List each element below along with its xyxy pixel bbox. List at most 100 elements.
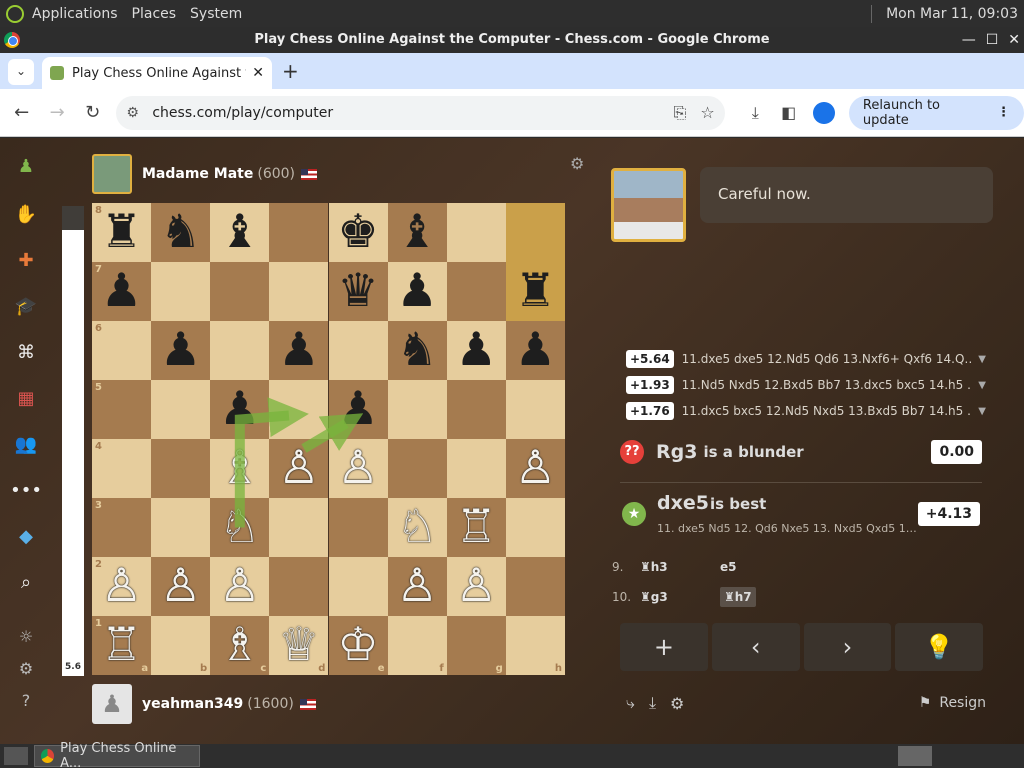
- downloads-icon[interactable]: ⤓: [739, 103, 772, 123]
- chevron-down-icon[interactable]: ▼: [978, 406, 986, 417]
- settings-gear-icon[interactable]: ⚙: [670, 694, 684, 713]
- square-b7[interactable]: [151, 262, 211, 321]
- square-b4[interactable]: [151, 439, 211, 498]
- add-button[interactable]: +: [620, 623, 708, 671]
- tab-close-icon[interactable]: ✕: [252, 65, 264, 81]
- user-avatar[interactable]: ♟: [92, 684, 132, 724]
- square-a4[interactable]: 4: [92, 439, 152, 498]
- white-piece-f2[interactable]: ♙: [388, 557, 447, 616]
- engine-line[interactable]: +5.64 11.dxe5 dxe5 12.Nd5 Qd6 13.Nxf6+ Q…: [626, 346, 986, 372]
- show-desktop-button[interactable]: [4, 747, 28, 765]
- black-piece-a8[interactable]: ♜: [92, 203, 151, 262]
- white-piece-e4[interactable]: ♙: [329, 439, 388, 498]
- menu-system[interactable]: System: [190, 6, 242, 22]
- square-e6[interactable]: [328, 321, 388, 380]
- close-window-button[interactable]: ✕: [1008, 27, 1020, 53]
- white-piece-a2[interactable]: ♙: [92, 557, 151, 616]
- relaunch-button[interactable]: Relaunch to update ⋮: [848, 95, 1024, 130]
- os-logo-icon[interactable]: [6, 4, 24, 23]
- square-h5[interactable]: [505, 380, 565, 439]
- share-icon[interactable]: ⤷: [626, 693, 635, 713]
- square-h3[interactable]: [505, 498, 565, 557]
- hint-bulb-button[interactable]: 💡: [895, 623, 983, 671]
- puzzles-icon[interactable]: ✚: [12, 246, 40, 274]
- bookmark-star-icon[interactable]: ☆: [700, 103, 714, 122]
- square-g1[interactable]: g: [446, 616, 506, 675]
- black-move-current[interactable]: ♜h7: [720, 587, 756, 607]
- white-piece-g3[interactable]: ♖: [447, 498, 506, 557]
- square-h8[interactable]: [505, 203, 565, 262]
- white-piece-b2[interactable]: ♙: [151, 557, 210, 616]
- white-piece-c3[interactable]: ♘: [210, 498, 269, 557]
- minimize-button[interactable]: —: [962, 27, 976, 53]
- diamond-icon[interactable]: ◆: [12, 522, 40, 550]
- square-b5[interactable]: [151, 380, 211, 439]
- white-piece-g2[interactable]: ♙: [447, 557, 506, 616]
- square-d7[interactable]: [269, 262, 329, 321]
- tab-active[interactable]: Play Chess Online Against the Computer ✕: [42, 57, 272, 89]
- black-piece-a7[interactable]: ♟: [92, 262, 151, 321]
- resign-button[interactable]: ⚑ Resign: [919, 695, 986, 711]
- white-piece-d1[interactable]: ♕: [269, 616, 328, 675]
- square-f1[interactable]: f: [387, 616, 447, 675]
- new-tab-button[interactable]: +: [282, 59, 299, 83]
- chevron-down-icon[interactable]: ▼: [978, 380, 986, 391]
- install-app-icon[interactable]: ⎘: [674, 103, 687, 123]
- square-e3[interactable]: [328, 498, 388, 557]
- square-b1[interactable]: b: [151, 616, 211, 675]
- black-piece-c8[interactable]: ♝: [210, 203, 269, 262]
- forward-icon[interactable]: →: [43, 102, 70, 123]
- square-c7[interactable]: [210, 262, 270, 321]
- theme-toggle-icon[interactable]: ☼: [12, 622, 40, 650]
- white-move[interactable]: ♜g3: [640, 590, 720, 604]
- square-g5[interactable]: [446, 380, 506, 439]
- black-piece-c5[interactable]: ♟: [210, 380, 269, 439]
- social-icon[interactable]: 👥: [12, 430, 40, 458]
- more-menu-icon[interactable]: ⋮: [997, 105, 1010, 120]
- square-e2[interactable]: [328, 557, 388, 616]
- white-piece-d4[interactable]: ♙: [269, 439, 328, 498]
- square-b3[interactable]: [151, 498, 211, 557]
- white-piece-c1[interactable]: ♗: [210, 616, 269, 675]
- square-h2[interactable]: [505, 557, 565, 616]
- black-piece-g6[interactable]: ♟: [447, 321, 506, 380]
- black-piece-b6[interactable]: ♟: [151, 321, 210, 380]
- white-piece-a1[interactable]: ♖: [92, 616, 151, 675]
- square-d2[interactable]: [269, 557, 329, 616]
- black-piece-d6[interactable]: ♟: [269, 321, 328, 380]
- news-icon[interactable]: ▦: [12, 384, 40, 412]
- square-c6[interactable]: [210, 321, 270, 380]
- square-a6[interactable]: 6: [92, 321, 152, 380]
- side-panel-icon[interactable]: ◧: [772, 103, 805, 122]
- black-piece-f6[interactable]: ♞: [388, 321, 447, 380]
- square-g7[interactable]: [446, 262, 506, 321]
- menu-places[interactable]: Places: [132, 6, 177, 22]
- square-a3[interactable]: 3: [92, 498, 152, 557]
- user-name[interactable]: yeahman349: [142, 696, 243, 712]
- square-f5[interactable]: [387, 380, 447, 439]
- chevron-down-icon[interactable]: ▼: [978, 354, 986, 365]
- square-g4[interactable]: [446, 439, 506, 498]
- download-icon[interactable]: ⤓: [649, 693, 656, 713]
- opponent-avatar[interactable]: [92, 154, 132, 194]
- profile-avatar-icon[interactable]: [813, 101, 835, 124]
- engine-line[interactable]: +1.76 11.dxc5 bxc5 12.Nd5 Nxd5 13.Bxd5 B…: [626, 398, 986, 424]
- clock[interactable]: Mon Mar 11, 09:03: [886, 6, 1018, 22]
- tab-search-button[interactable]: ⌄: [8, 59, 34, 85]
- black-piece-e8[interactable]: ♚: [329, 203, 388, 262]
- reload-icon[interactable]: ↻: [79, 102, 106, 123]
- square-d3[interactable]: [269, 498, 329, 557]
- board-settings-icon[interactable]: ⚙: [570, 154, 584, 173]
- back-icon[interactable]: ←: [8, 102, 35, 123]
- menu-applications[interactable]: Applications: [32, 6, 118, 22]
- white-piece-c2[interactable]: ♙: [210, 557, 269, 616]
- more-icon[interactable]: •••: [10, 476, 42, 504]
- white-piece-h4[interactable]: ♙: [506, 439, 565, 498]
- previous-move-button[interactable]: ‹: [711, 623, 800, 671]
- white-move[interactable]: ♜h3: [640, 560, 720, 574]
- best-line[interactable]: 11. dxe5 Nd5 12. Qd6 Nxe5 13. Nxd5 Qxd5 …: [657, 522, 922, 535]
- maximize-button[interactable]: ☐: [986, 27, 999, 53]
- learn-icon[interactable]: 🎓: [12, 292, 40, 320]
- taskbar-chrome-item[interactable]: Play Chess Online A...: [34, 741, 200, 768]
- white-piece-e1[interactable]: ♔: [329, 616, 388, 675]
